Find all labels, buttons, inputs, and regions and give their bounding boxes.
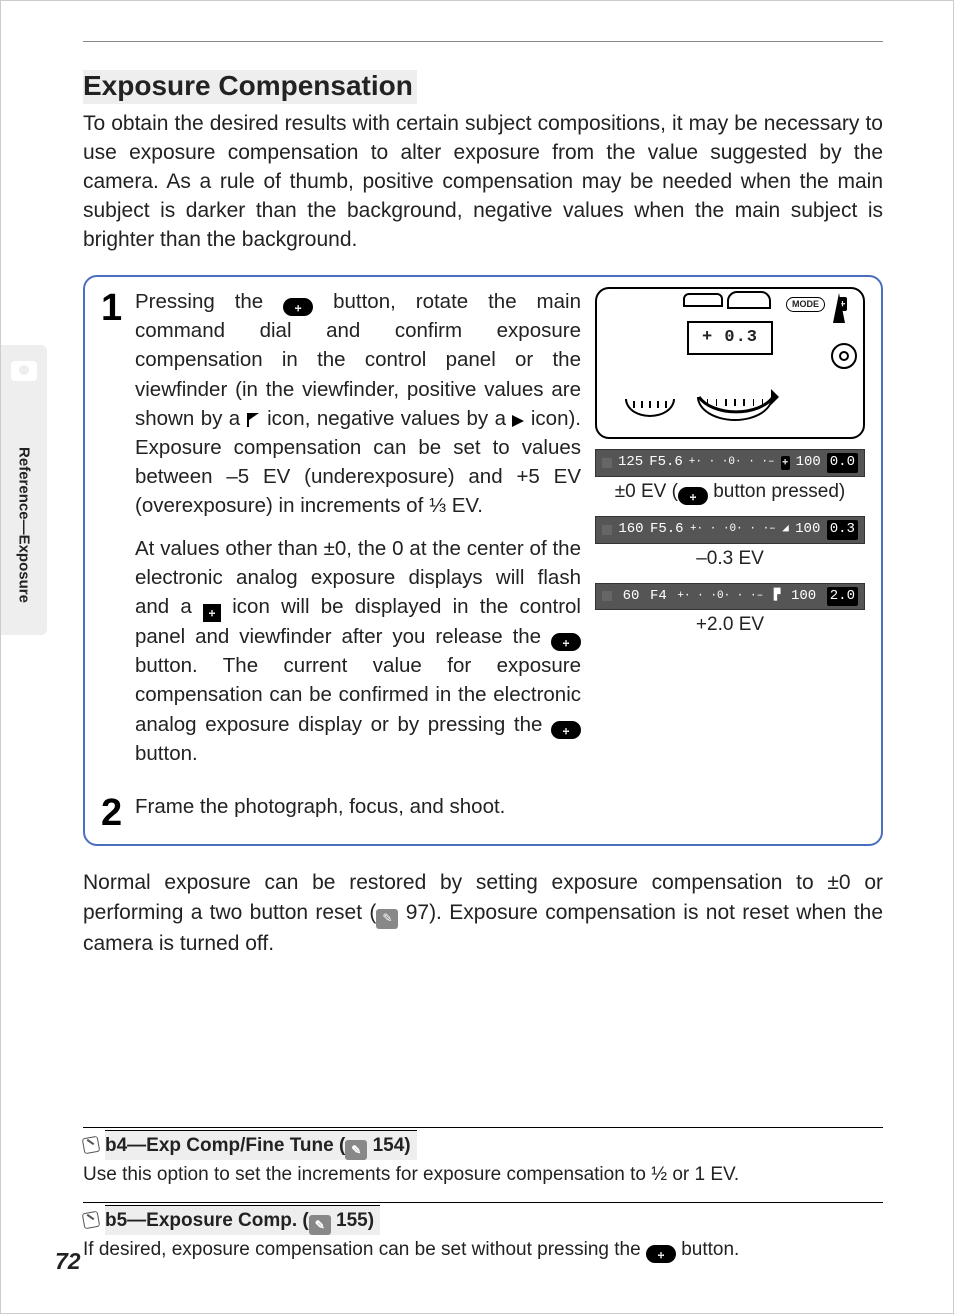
arrow-up-icon (833, 293, 845, 323)
vf1-ev: 0.3 (827, 520, 858, 540)
exposure-comp-button-icon: ⧾ (551, 633, 581, 651)
note2-title-a: b5—Exposure Comp. ( (105, 1210, 309, 1231)
viewfinder-strip-0: 125 F5.6 +· · ·0· · ·– ⧾ 100 0.0 (595, 449, 865, 477)
intro-paragraph: To obtain the desired results with certa… (83, 110, 883, 255)
lcd-readout: + 0.3 (687, 321, 773, 355)
camera-icon (11, 361, 37, 381)
notes-section: b4—Exp Comp/Fine Tune (✎ 154) Use this o… (83, 1127, 883, 1263)
vf2-caption: +2.0 EV (595, 612, 865, 639)
note-b5: b5—Exposure Comp. (✎ 155) If desired, ex… (83, 1202, 883, 1263)
exposure-comp-button-icon: ⧾ (646, 1245, 676, 1263)
top-rule (83, 41, 883, 42)
pencil-icon (82, 1136, 101, 1155)
vf1-iso: 100 (795, 520, 820, 540)
vf0-aperture: F5.6 (649, 453, 683, 473)
rotate-arrow-icon (693, 389, 779, 427)
step-number: 2 (101, 794, 135, 832)
vf1-caption: –0.3 EV (595, 546, 865, 573)
step-number: 1 (101, 289, 135, 327)
note-b4: b4—Exp Comp/Fine Tune (✎ 154) Use this o… (83, 1127, 883, 1188)
side-tab: Reference—Exposure (1, 345, 47, 635)
step1-p2c: button. The current value for exposure c… (135, 654, 581, 735)
exposure-comp-indicator-icon: ⧾ (203, 604, 221, 622)
vf2-shutter: 60 (623, 587, 640, 607)
step1-p2d: button. (135, 742, 198, 765)
vf0-iso: 100 (796, 453, 821, 473)
page-ref-icon: ✎ (345, 1140, 367, 1160)
viewfinder-strip-2: 60 F4 +· · ·0· · ·– ▛ 100 2.0 (595, 583, 865, 611)
exposure-comp-button-icon: ⧾ (678, 487, 708, 505)
step-2: 2 Frame the photograph, focus, and shoot… (101, 792, 865, 832)
exposure-comp-button-icon: ⧾ (283, 298, 313, 316)
camera-top-diagram: MODE ⧾ + 0.3 (595, 287, 865, 439)
vf0-cap-a: ±0 EV ( (615, 481, 678, 502)
step-1: 1 Pressing the ⧾ button, rotate the main… (101, 287, 865, 782)
viewfinder-strip-1: 160 F5.6 +· · ·0· · ·– ◢ 100 0.3 (595, 516, 865, 544)
note1-body: Use this option to set the increments fo… (83, 1162, 883, 1188)
exposure-comp-button-icon: ⧾ (551, 721, 581, 739)
vf1-shutter: 160 (618, 520, 643, 540)
vf0-caption: ±0 EV (⧾ button pressed) (595, 479, 865, 506)
section-title: Exposure Compensation (83, 70, 417, 104)
vf0-cap-b: button pressed) (708, 481, 845, 502)
vf1-scale: +· · ·0· · ·– (690, 522, 776, 538)
step1-text: Pressing the ⧾ button, rotate the main c… (135, 287, 581, 782)
note1-title-ref: 154) (367, 1135, 410, 1156)
positive-flag-icon (247, 413, 261, 427)
steps-box: 1 Pressing the ⧾ button, rotate the main… (83, 275, 883, 846)
negative-flag-icon (512, 415, 524, 427)
normal-ref: 97 (398, 901, 429, 924)
step2-text: Frame the photograph, focus, and shoot. (135, 792, 865, 821)
vf2-scale: +· · ·0· · ·– (677, 589, 763, 605)
vf2-aperture: F4 (650, 587, 667, 607)
vf0-ev: 0.0 (827, 453, 858, 473)
sub-dial-icon (625, 399, 675, 417)
step1-figure: MODE ⧾ + 0.3 (595, 287, 865, 782)
note2-title-ref: 155) (331, 1210, 374, 1231)
step1-p1c: icon, negative values by a (267, 407, 512, 430)
page-ref-icon: ✎ (309, 1215, 331, 1235)
note2-body: If desired, exposure compensation can be… (83, 1237, 883, 1263)
mode-label: MODE (786, 297, 825, 312)
vf2-ev: 2.0 (827, 587, 858, 607)
side-tab-label: Reference—Exposure (16, 447, 33, 603)
content-area: Exposure Compensation To obtain the desi… (83, 41, 883, 958)
page-ref-icon: ✎ (376, 909, 398, 929)
shutter-ring-icon (831, 343, 857, 369)
document-page: Reference—Exposure Exposure Compensation… (0, 0, 954, 1314)
vf0-shutter: 125 (618, 453, 643, 473)
page-number: 72 (55, 1248, 81, 1275)
note2-body-a: If desired, exposure compensation can be… (83, 1239, 646, 1260)
vf0-scale: +· · ·0· · ·– (689, 455, 775, 471)
note1-title-a: b4—Exp Comp/Fine Tune ( (105, 1135, 345, 1156)
note2-body-b: button. (676, 1239, 739, 1260)
vf1-aperture: F5.6 (650, 520, 684, 540)
pencil-icon (82, 1211, 101, 1230)
vf2-iso: 100 (791, 587, 816, 607)
step1-p1a: Pressing the (135, 290, 283, 313)
restore-paragraph: Normal exposure can be restored by setti… (83, 868, 883, 958)
